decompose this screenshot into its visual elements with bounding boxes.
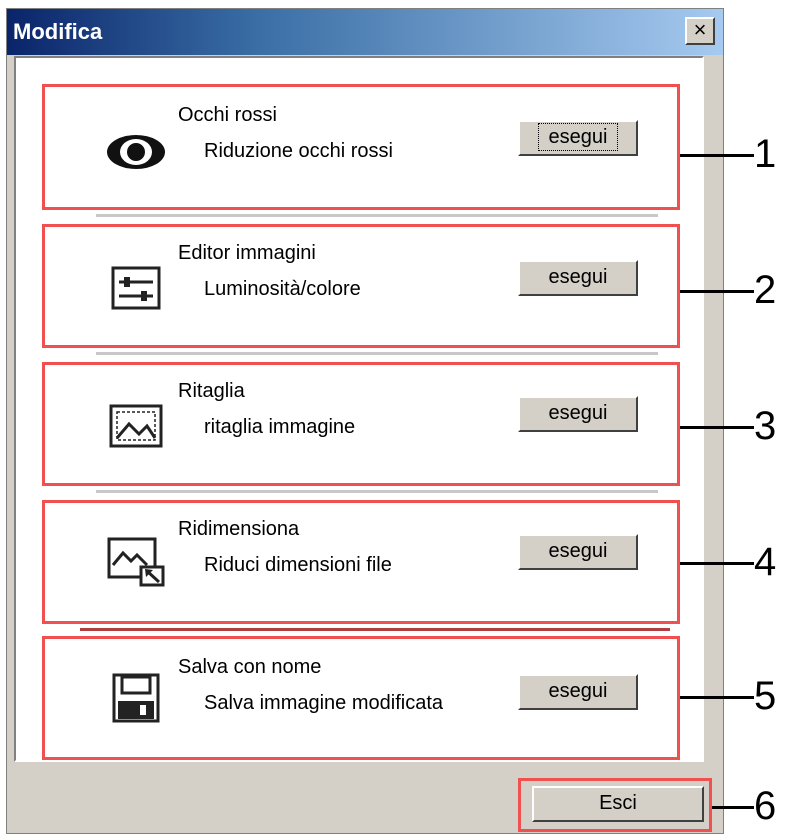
window-title: Modifica (13, 19, 103, 44)
separator (96, 214, 658, 217)
callout-number: 1 (754, 132, 777, 176)
separator (96, 352, 658, 355)
callout-number: 5 (754, 674, 777, 718)
callout-line (680, 426, 754, 429)
callout-line (680, 290, 754, 293)
close-button[interactable]: × (685, 17, 715, 45)
highlight-box (42, 84, 680, 210)
callout-number: 3 (754, 404, 777, 448)
highlight-box (42, 224, 680, 348)
highlight-box (42, 500, 680, 624)
callout-number: 4 (754, 540, 777, 584)
separator (80, 628, 670, 631)
callout-line (712, 806, 754, 809)
highlight-box (42, 636, 680, 760)
callout-line (680, 696, 754, 699)
callout-line (680, 562, 754, 565)
highlight-box (42, 362, 680, 486)
highlight-box (518, 778, 712, 832)
separator (96, 490, 658, 493)
callout-number: 2 (754, 268, 777, 312)
callout-number: 6 (754, 784, 777, 828)
title-bar[interactable]: Modifica × (7, 9, 723, 55)
callout-line (680, 154, 754, 157)
